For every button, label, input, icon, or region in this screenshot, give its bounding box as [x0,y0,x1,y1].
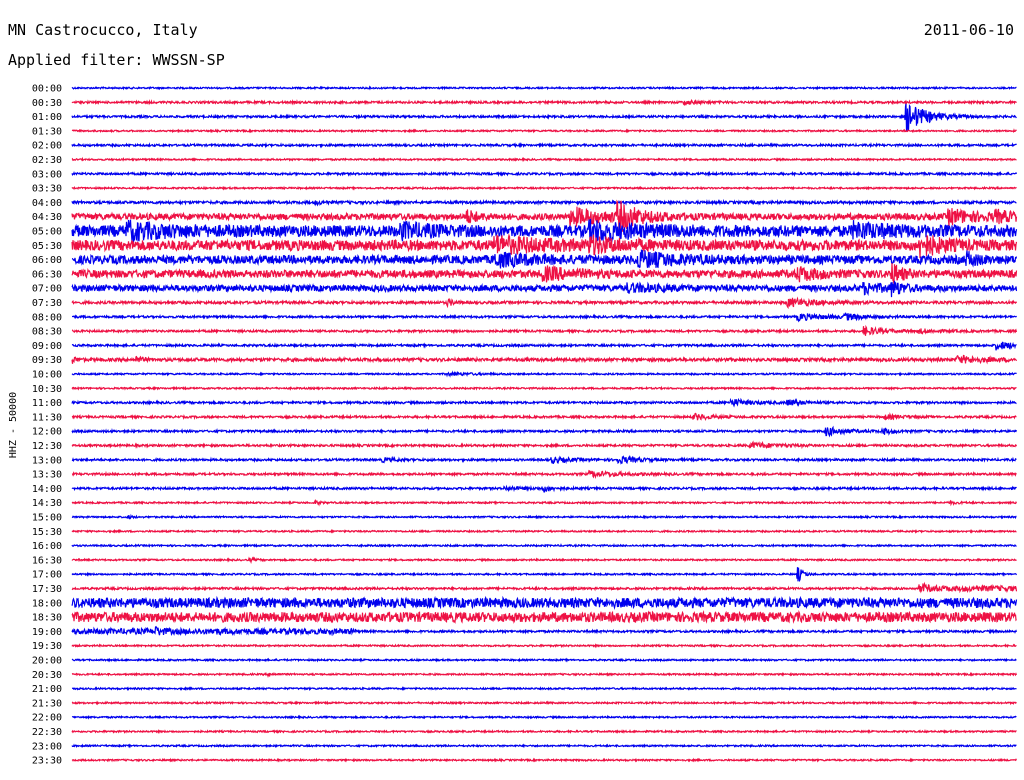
trace-line [71,128,1017,134]
y-axis-label: HHZ - 50000 [8,392,19,458]
time-tick-label: 22:30 [32,727,62,738]
time-tick-label: 17:00 [32,570,62,581]
time-tick-label: 10:30 [32,384,62,395]
time-tick-label: 16:00 [32,541,62,552]
time-tick-label: 11:30 [32,412,62,423]
time-tick-label: 14:30 [32,498,62,509]
time-tick-label: 13:30 [32,470,62,481]
time-tick-label: 10:00 [32,370,62,381]
trace-line [71,397,1017,408]
time-tick-label: 08:00 [32,312,62,323]
time-tick-label: 01:30 [32,126,62,137]
time-tick-label: 03:00 [32,169,62,180]
time-tick-label: 12:00 [32,427,62,438]
time-tick-label: 11:00 [32,398,62,409]
trace-line [71,354,1018,365]
time-tick-label: 08:30 [32,327,62,338]
trace-line [71,609,1017,625]
time-tick-label: 01:00 [32,112,62,123]
trace-line [71,671,1018,679]
trace-line [71,595,1018,611]
time-tick-label: 18:00 [32,598,62,609]
time-tick-label: 04:00 [32,198,62,209]
trace-line [71,280,1018,298]
time-tick-label: 02:30 [32,155,62,166]
time-tick-label: 02:00 [32,141,62,152]
time-tick-label: 14:00 [32,484,62,495]
time-tick-label: 21:00 [32,684,62,695]
trace-line [71,425,1018,438]
time-tick-label: 23:00 [32,741,62,752]
trace-line [71,324,1018,336]
trace-line [71,103,1017,133]
trace-line [71,700,1017,706]
trace-line [71,156,1017,163]
time-tick-label: 16:30 [32,555,62,566]
time-tick-label: 22:00 [32,713,62,724]
time-tick-label: 00:30 [32,98,62,109]
trace-line [71,296,1018,310]
trace-line [71,198,1017,207]
trace-line [72,312,1018,323]
trace-group: 00:00 00:30 01:00 01:30 02:00 02:30 03:00 03:30… [32,84,1018,767]
trace-line [71,513,1017,520]
time-tick-label: 05:30 [32,241,62,252]
time-tick-label: 09:30 [32,355,62,366]
trace-line [71,556,1017,564]
time-tick-label: 04:30 [32,212,62,223]
time-tick-label: 09:00 [32,341,62,352]
time-tick-label: 05:00 [32,227,62,238]
trace-line [71,484,1017,493]
trace-line [71,643,1017,649]
trace-line [71,170,1018,178]
trace-line [71,98,1017,106]
trace-line [71,385,1017,391]
trace-line [71,249,1018,269]
time-tick-label: 13:00 [32,455,62,466]
trace-line [71,714,1017,721]
trace-line [71,412,1017,421]
trace-line [71,263,1018,285]
time-tick-label: 07:00 [32,284,62,295]
trace-line [71,625,1018,637]
time-tick-label: 00:00 [32,84,62,95]
trace-line [71,341,1017,351]
time-tick-label: 19:30 [32,641,62,652]
trace-line [71,542,1017,549]
trace-line [71,141,1017,149]
trace-line [71,743,1017,749]
trace-line [71,185,1017,191]
trace-line [71,370,1017,378]
time-tick-label: 20:30 [32,670,62,681]
time-tick-label: 06:00 [32,255,62,266]
time-tick-label: 19:00 [32,627,62,638]
trace-line [71,528,1017,534]
time-tick-label: 21:30 [32,698,62,709]
trace-line [71,685,1017,692]
time-tick-label: 23:30 [32,756,62,767]
time-tick-label: 17:30 [32,584,62,595]
trace-line [71,218,1018,243]
trace-line [71,567,1018,583]
helicorder-plot: HHZ - 50000 00:00 00:30 01:00 01:30 02:00 02:… [8,84,1018,767]
trace-line [71,440,1018,450]
time-tick-label: 03:30 [32,184,62,195]
time-tick-label: 15:00 [32,513,62,524]
time-tick-label: 15:30 [32,527,62,538]
trace-line [71,757,1018,763]
trace-line [71,85,1017,91]
time-tick-label: 20:00 [32,656,62,667]
trace-line [71,581,1018,594]
trace-line [71,469,1017,480]
time-tick-label: 18:30 [32,613,62,624]
trace-line [71,657,1017,663]
time-tick-label: 06:30 [32,269,62,280]
trace-line [71,728,1017,735]
trace-line [71,498,1018,507]
time-tick-label: 07:30 [32,298,62,309]
trace-line [71,454,1017,465]
time-tick-label: 12:30 [32,441,62,452]
